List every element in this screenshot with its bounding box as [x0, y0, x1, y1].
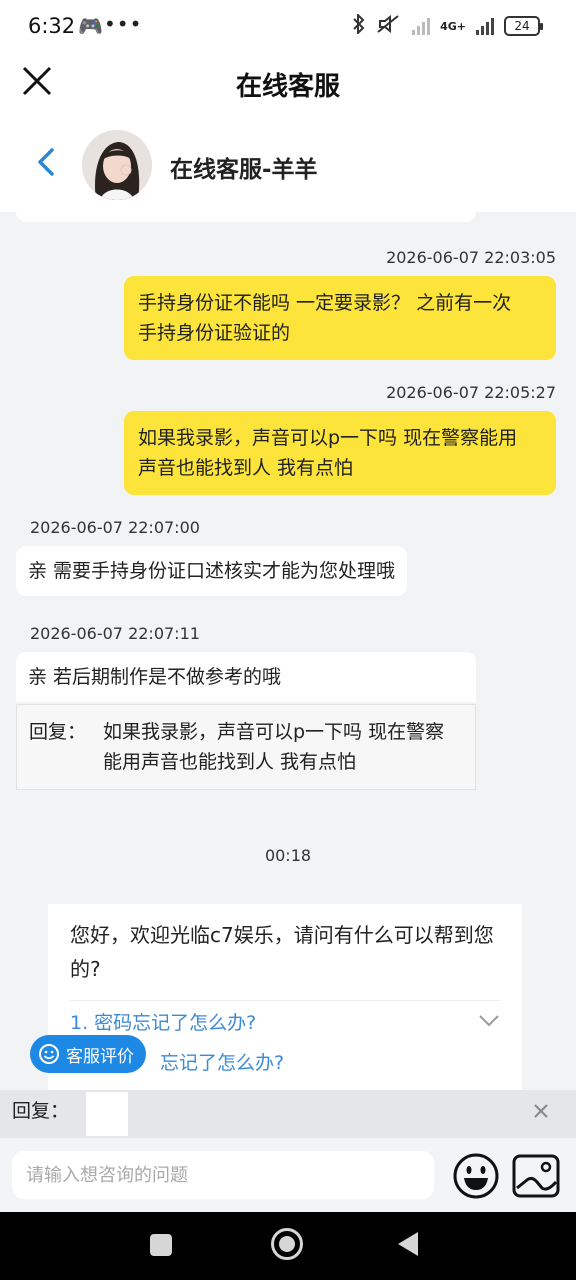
mute-icon	[376, 14, 402, 38]
back-icon[interactable]	[398, 1232, 418, 1256]
message-timestamp: 2026-06-07 22:07:00	[30, 518, 200, 537]
chat-area[interactable]: 2026-06-07 22:03:05 手持身份证不能吗 一定要录影？ 之前有一…	[0, 212, 576, 1090]
message-input[interactable]	[12, 1151, 434, 1199]
outgoing-message[interactable]: 如果我录影，声音可以p一下吗 现在警察能用 声音也能找到人 我有点怕	[124, 411, 556, 495]
incoming-message[interactable]: 亲 需要手持身份证口述核实才能为您处理哦	[16, 546, 408, 596]
message-timestamp: 2026-06-07 22:05:27	[386, 383, 556, 402]
gamepad-icon: 🎮	[78, 14, 103, 38]
recents-icon[interactable]	[150, 1234, 172, 1256]
signal-icon-1	[412, 17, 431, 35]
signal-icon-2	[476, 17, 494, 35]
more-notifications-icon: •••	[104, 12, 143, 36]
incoming-message[interactable]: 亲 若后期制作是不做参考的哦	[16, 652, 476, 702]
rate-service-button[interactable]: 客服评价	[30, 1035, 146, 1073]
input-bar	[0, 1138, 576, 1212]
status-time: 6:32	[28, 14, 76, 38]
quote-text: 如果我录影，声音可以p一下吗 现在警察能用声音也能找到人 我有点怕	[103, 721, 445, 773]
image-icon[interactable]	[512, 1154, 560, 1198]
bluetooth-icon	[352, 12, 366, 38]
back-chevron-icon[interactable]	[34, 146, 58, 178]
previous-message-bubble	[16, 212, 476, 222]
status-bar: 6:32 🎮 ••• 4G+ 24	[0, 0, 576, 56]
emoji-icon[interactable]	[452, 1152, 500, 1200]
home-icon[interactable]	[271, 1228, 303, 1260]
reply-strip: 回复：	[0, 1090, 576, 1138]
avatar[interactable]	[82, 130, 152, 200]
chevron-down-icon[interactable]	[478, 1014, 500, 1028]
faq-item[interactable]: 1. 密码忘记了怎么办?	[70, 1001, 500, 1041]
quote-label: 回复：	[29, 721, 87, 743]
close-reply-icon[interactable]	[532, 1102, 550, 1120]
message-timestamp: 2026-06-07 22:03:05	[386, 248, 556, 267]
agent-bar: 在线客服-羊羊	[0, 108, 576, 212]
rate-button-label: 客服评价	[66, 1046, 134, 1067]
page-title: 在线客服	[235, 72, 340, 102]
reply-preview	[86, 1092, 128, 1136]
welcome-text: 您好，欢迎光临c7娱乐，请问有什么可以帮到您的?	[70, 923, 494, 981]
agent-name: 在线客服-羊羊	[170, 157, 318, 183]
status-icons: 4G+ 24	[352, 12, 543, 38]
faq-item-label: 忘记了怎么办?	[160, 1051, 285, 1074]
faq-item-label: 1. 密码忘记了怎么办?	[70, 1011, 257, 1034]
battery-icon: 24	[504, 16, 543, 36]
outgoing-message[interactable]: 手持身份证不能吗 一定要录影？ 之前有一次 手持身份证验证的	[124, 276, 556, 360]
smiley-icon	[39, 1044, 59, 1064]
quoted-reply: 回复： 如果我录影，声音可以p一下吗 现在警察能用声音也能找到人 我有点怕	[16, 704, 476, 790]
message-timestamp: 2026-06-07 22:07:11	[30, 624, 200, 643]
session-time: 00:18	[264, 846, 312, 865]
network-type: 4G+	[440, 19, 466, 33]
system-nav-bar	[0, 1212, 576, 1280]
header: 在线客服	[0, 56, 576, 108]
reply-label: 回复：	[12, 1100, 70, 1122]
